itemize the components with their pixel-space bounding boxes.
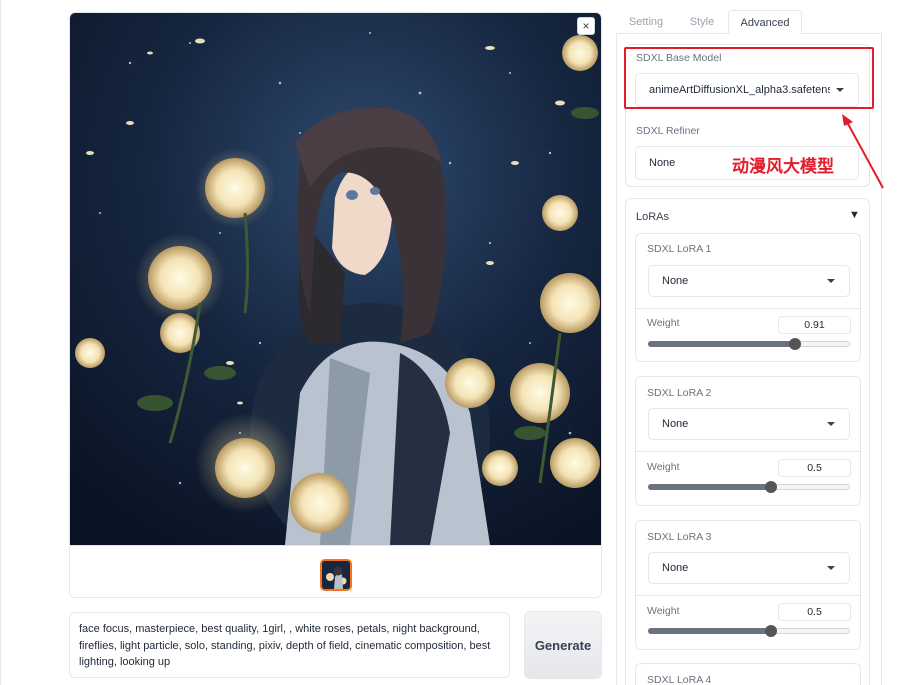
lora-card-3: SDXL LoRA 3 None Weight 0.5 [635,520,861,650]
slider-thumb[interactable] [765,481,777,493]
lora-2-dropdown[interactable]: None [648,408,850,440]
lora-card-2: SDXL LoRA 2 None Weight 0.5 [635,376,861,506]
caret-down-icon [827,566,835,570]
collapse-triangle-icon[interactable]: ▼ [849,209,860,221]
slider-thumb[interactable] [789,338,801,350]
caret-down-icon [827,422,835,426]
lora-1-weight-input[interactable]: 0.91 [778,316,851,334]
lora-1-value: None [662,275,689,287]
generate-button[interactable]: Generate [524,611,602,679]
lora-3-dropdown[interactable]: None [648,552,850,584]
lora-4-label: SDXL LoRA 4 [647,674,712,685]
settings-tabs: Setting Style Advanced [616,10,882,34]
caret-down-icon [827,279,835,283]
image-gallery: × [69,12,602,598]
thumbnail-strip [70,545,601,597]
generated-image[interactable] [70,13,601,545]
slider-thumb[interactable] [765,625,777,637]
lora-card-1: SDXL LoRA 1 None Weight 0.91 [635,233,861,362]
highlight-box [624,47,874,109]
lora-1-label: SDXL LoRA 1 [647,243,712,255]
close-icon[interactable]: × [577,17,595,35]
refiner-value: None [649,157,676,169]
divider [636,451,860,452]
lora-2-value: None [662,418,689,430]
thumbnail[interactable] [320,559,352,591]
lora-2-weight-slider[interactable] [648,481,850,493]
tab-setting[interactable]: Setting [616,10,676,34]
lora-3-value: None [662,562,689,574]
lora-3-weight-slider[interactable] [648,625,850,637]
lora-2-weight-input[interactable]: 0.5 [778,459,851,477]
refiner-label: SDXL Refiner [636,125,700,137]
slider-fill [648,484,770,490]
lora-3-weight-input[interactable]: 0.5 [778,603,851,621]
lora-2-weight-label: Weight [647,461,680,473]
tab-advanced[interactable]: Advanced [728,10,802,34]
lora-1-weight-label: Weight [647,317,680,329]
loras-label: LoRAs [636,211,670,223]
lora-1-weight-slider[interactable] [648,338,850,350]
arrow-icon [842,114,884,189]
slider-fill [648,341,794,347]
app-window: × face focus, masterpiece, best quality,… [0,0,901,685]
divider [0,0,1,685]
lora-3-weight-label: Weight [647,605,680,617]
prompt-input[interactable]: face focus, masterpiece, best quality, 1… [69,612,510,678]
tab-style[interactable]: Style [676,10,728,34]
slider-fill [648,628,770,634]
lora-1-dropdown[interactable]: None [648,265,850,297]
divider [636,595,860,596]
lora-3-label: SDXL LoRA 3 [647,531,712,543]
lora-card-4: SDXL LoRA 4 [635,663,861,685]
lora-2-label: SDXL LoRA 2 [647,387,712,399]
annotation-text: 动漫风大模型 [732,157,834,177]
divider [636,308,860,309]
